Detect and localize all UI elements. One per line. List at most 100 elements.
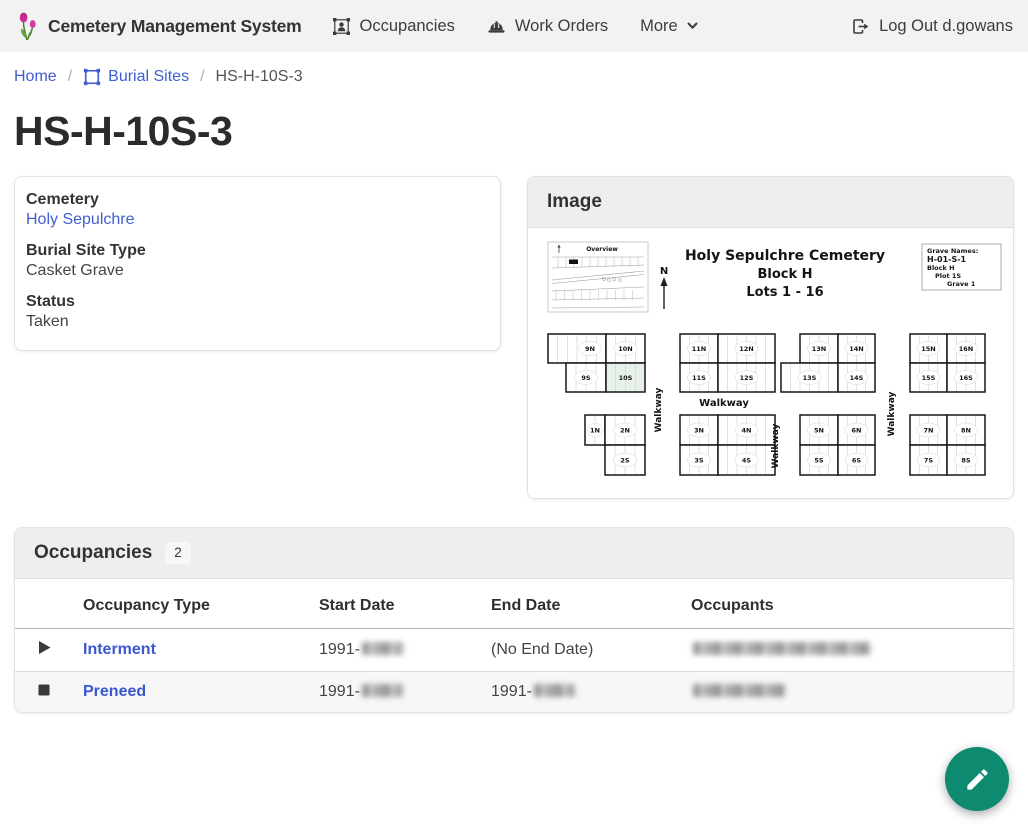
table-row: Preneed 1991- 1991- (15, 672, 1013, 713)
redacted-end-date (534, 684, 575, 697)
chevron-down-icon (687, 22, 698, 30)
column-end-date: End Date (483, 579, 683, 629)
edit-fab-button[interactable] (945, 747, 1009, 811)
occupancies-count-badge: 2 (165, 542, 191, 564)
field-burial-site-type: Burial Site Type Casket Grave (26, 242, 489, 280)
svg-text:Walkway: Walkway (699, 398, 749, 409)
nav-work-orders[interactable]: Work Orders (487, 17, 608, 36)
field-cemetery: Cemetery Holy Sepulchre (26, 191, 489, 229)
svg-text:12N: 12N (739, 345, 754, 353)
image-card-header: Image (528, 177, 1013, 228)
svg-text:3S: 3S (694, 456, 704, 464)
logout-label: Log Out d.gowans (879, 17, 1013, 36)
breadcrumb-current: HS-H-10S-3 (216, 68, 303, 86)
burial-sites-plot-frame-icon (83, 68, 101, 86)
column-icon (15, 579, 75, 629)
svg-text:10S: 10S (619, 374, 633, 382)
occupancy-link-interment[interactable]: Interment (83, 641, 156, 658)
sign-out-icon (851, 17, 870, 36)
svg-text:6N: 6N (852, 426, 862, 434)
nav-more[interactable]: More (640, 17, 698, 36)
svg-text:Overview: Overview (586, 246, 618, 253)
details-card: Cemetery Holy Sepulchre Burial Site Type… (14, 176, 501, 351)
breadcrumb-home[interactable]: Home (14, 68, 57, 86)
svg-text:4S: 4S (742, 456, 752, 464)
svg-text:8N: 8N (961, 426, 971, 434)
svg-text:5S: 5S (814, 456, 824, 464)
svg-text:14N: 14N (849, 345, 864, 353)
redacted-start-date (362, 642, 403, 655)
table-row: Interment 1991- (No End Date) (15, 629, 1013, 672)
svg-text:Lots 1 - 16: Lots 1 - 16 (746, 285, 823, 300)
redacted-start-date (362, 684, 403, 697)
svg-text:3N: 3N (694, 426, 704, 434)
svg-text:Walkway: Walkway (654, 388, 664, 433)
occupancies-frame-person-icon (332, 17, 351, 36)
svg-text:15S: 15S (922, 374, 936, 382)
start-date-prefix: 1991- (319, 641, 360, 658)
svg-text:10N: 10N (618, 345, 633, 353)
svg-text:Grave Names:: Grave Names: (927, 247, 978, 255)
image-card-body: Overview N Holy Sepulchre Cemetery Block H L… (528, 228, 1013, 498)
breadcrumb-separator: / (68, 68, 72, 86)
svg-text:H-01-S-1: H-01-S-1 (927, 255, 967, 264)
svg-text:Block H: Block H (757, 267, 812, 282)
svg-text:1N: 1N (590, 426, 600, 434)
tulip-logo-icon (15, 11, 39, 41)
svg-text:7S: 7S (924, 456, 934, 464)
hard-hat-icon (487, 18, 506, 35)
navbar: Cemetery Management System Occupancies W (0, 0, 1028, 52)
field-status: Status Taken (26, 293, 489, 331)
svg-text:16N: 16N (959, 345, 974, 353)
redacted-occupants (693, 642, 871, 655)
occupancy-link-preneed[interactable]: Preneed (83, 683, 146, 700)
field-burial-site-type-value: Casket Grave (26, 262, 489, 280)
logout-button[interactable]: Log Out d.gowans (851, 17, 1013, 36)
svg-text:6S: 6S (852, 456, 862, 464)
svg-text:Holy Sepulchre Cemetery: Holy Sepulchre Cemetery (685, 248, 885, 264)
svg-text:12S: 12S (740, 374, 754, 382)
play-icon (38, 640, 52, 655)
app-brand[interactable]: Cemetery Management System (15, 11, 302, 41)
cemetery-plot-map[interactable]: Overview N Holy Sepulchre Cemetery Block H L… (538, 238, 1003, 488)
svg-text:7N: 7N (924, 426, 934, 434)
occupancies-title: Occupancies (34, 542, 152, 564)
occupancies-table: Occupancy Type Start Date End Date Occup… (15, 579, 1013, 712)
pencil-edit-icon (964, 766, 991, 793)
svg-text:Grave 1: Grave 1 (947, 280, 976, 288)
column-occupancy-type: Occupancy Type (75, 579, 311, 629)
svg-text:11S: 11S (692, 374, 706, 382)
breadcrumb-separator: / (200, 68, 204, 86)
svg-text:Walkway: Walkway (887, 392, 897, 437)
stop-square-icon (38, 684, 50, 696)
svg-text:Block H: Block H (927, 264, 955, 272)
svg-text:2S: 2S (620, 456, 630, 464)
svg-text:9N: 9N (585, 345, 595, 353)
field-status-label: Status (26, 293, 489, 311)
field-status-value: Taken (26, 313, 489, 331)
nav-work-orders-label: Work Orders (515, 17, 608, 36)
svg-text:N: N (660, 266, 668, 277)
column-start-date: Start Date (311, 579, 483, 629)
end-date-prefix: 1991- (491, 683, 532, 700)
breadcrumb-burial-sites[interactable]: Burial Sites (83, 68, 189, 86)
svg-text:11N: 11N (692, 345, 707, 353)
svg-text:Walkway: Walkway (771, 424, 781, 469)
occupancies-card-header: Occupancies 2 (15, 528, 1013, 579)
svg-text:13N: 13N (812, 345, 827, 353)
svg-text:14S: 14S (850, 374, 864, 382)
field-burial-site-type-label: Burial Site Type (26, 242, 489, 260)
cemetery-link[interactable]: Holy Sepulchre (26, 211, 135, 228)
nav-occupancies[interactable]: Occupancies (332, 17, 455, 36)
svg-text:2N: 2N (620, 426, 630, 434)
svg-text:16S: 16S (959, 374, 973, 382)
column-occupants: Occupants (683, 579, 1013, 629)
svg-text:4N: 4N (742, 426, 752, 434)
breadcrumb-burial-sites-label: Burial Sites (108, 68, 189, 86)
occupancies-card: Occupancies 2 Occupancy Type Start Date … (14, 527, 1014, 713)
nav-more-label: More (640, 17, 678, 36)
image-card: Image Overview N Holy Sepulchre Cemetery Bl… (527, 176, 1014, 499)
page-title: HS-H-10S-3 (14, 108, 1014, 155)
table-header-row: Occupancy Type Start Date End Date Occup… (15, 579, 1013, 629)
svg-text:8S: 8S (961, 456, 971, 464)
